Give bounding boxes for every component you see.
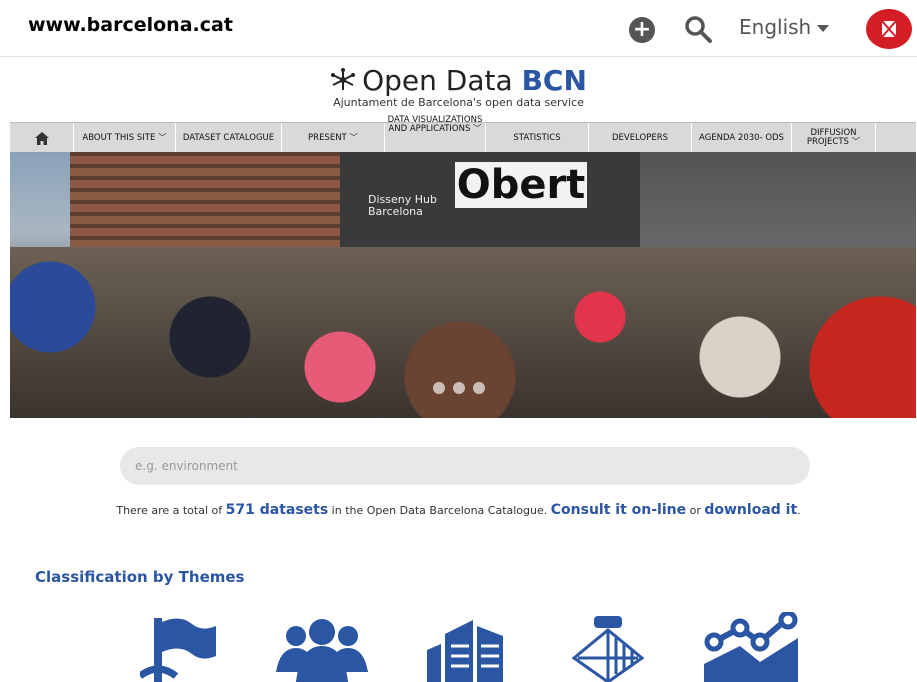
- summary-end: .: [797, 504, 801, 517]
- flag-icon[interactable]: [140, 612, 220, 682]
- carousel-dots: [433, 382, 485, 394]
- chevron-down-icon: [817, 25, 830, 32]
- nav-visualizations[interactable]: DATA VISUALIZATIONS AND APPLICATIONS ﹀: [385, 116, 486, 153]
- consult-online-link[interactable]: Consult it on-line: [551, 502, 686, 518]
- home-icon: [34, 131, 49, 145]
- logo-subtitle: Ajuntament de Barcelona's open data serv…: [333, 96, 584, 109]
- logo-prefix: Open Data: [362, 64, 522, 97]
- carousel-dot[interactable]: [473, 382, 485, 394]
- search-icon[interactable]: [683, 14, 713, 44]
- nav-home[interactable]: [10, 123, 74, 153]
- language-label: English: [739, 15, 812, 39]
- hero-building-right: [640, 152, 916, 262]
- language-selector[interactable]: English: [739, 15, 830, 39]
- site-link[interactable]: www.barcelona.cat: [28, 14, 233, 36]
- main-nav: ABOUT THIS SITE ﹀ DATASET CATALOGUE PRES…: [10, 116, 916, 154]
- logo-title: Open Data BCN: [0, 64, 917, 97]
- coat-of-arms-icon[interactable]: [568, 612, 648, 682]
- top-bar: www.barcelona.cat + English: [0, 0, 917, 57]
- catalogue-summary: There are a total of 571 datasets in the…: [0, 502, 917, 518]
- themes-heading: Classification by Themes: [35, 568, 245, 586]
- nav-agenda[interactable]: AGENDA 2030- ODS: [692, 123, 792, 153]
- nav-developers[interactable]: DEVELOPERS: [589, 123, 692, 153]
- hero-building-text: Disseny Hub Barcelona: [368, 193, 437, 218]
- hero-sign: Obert: [455, 162, 587, 208]
- nav-about[interactable]: ABOUT THIS SITE ﹀: [74, 123, 176, 153]
- trend-chart-icon[interactable]: [700, 612, 800, 682]
- summary-text-before: There are a total of: [116, 504, 226, 517]
- open-data-logo-icon: [331, 68, 356, 90]
- building-icon[interactable]: [425, 612, 505, 682]
- nav-statistics[interactable]: STATISTICS: [486, 123, 589, 153]
- people-icon[interactable]: [274, 612, 369, 682]
- search-input[interactable]: [120, 447, 810, 485]
- city-crest-icon[interactable]: [866, 9, 912, 49]
- carousel-dot[interactable]: [453, 382, 465, 394]
- download-link[interactable]: download it: [704, 502, 797, 518]
- site-logo[interactable]: Open Data BCN Ajuntament de Barcelona's …: [0, 64, 917, 109]
- theme-icons: [0, 612, 917, 682]
- dataset-count[interactable]: 571 datasets: [226, 502, 329, 518]
- carousel-dot[interactable]: [433, 382, 445, 394]
- nav-visualizations-label: DATA VISUALIZATIONS AND APPLICATIONS ﹀: [387, 115, 483, 134]
- summary-text-middle: in the Open Data Barcelona Catalogue.: [328, 504, 551, 517]
- nav-present[interactable]: PRESENT ﹀: [282, 123, 385, 153]
- nav-diffusion[interactable]: DIFFUSION PROJECTS ﹀: [792, 123, 876, 153]
- hero-carousel[interactable]: Disseny Hub Barcelona Obert: [10, 152, 916, 418]
- logo-bcn: BCN: [521, 64, 587, 97]
- plus-icon[interactable]: +: [629, 17, 655, 43]
- summary-or: or: [686, 504, 705, 517]
- nav-catalogue[interactable]: DATASET CATALOGUE: [176, 123, 282, 153]
